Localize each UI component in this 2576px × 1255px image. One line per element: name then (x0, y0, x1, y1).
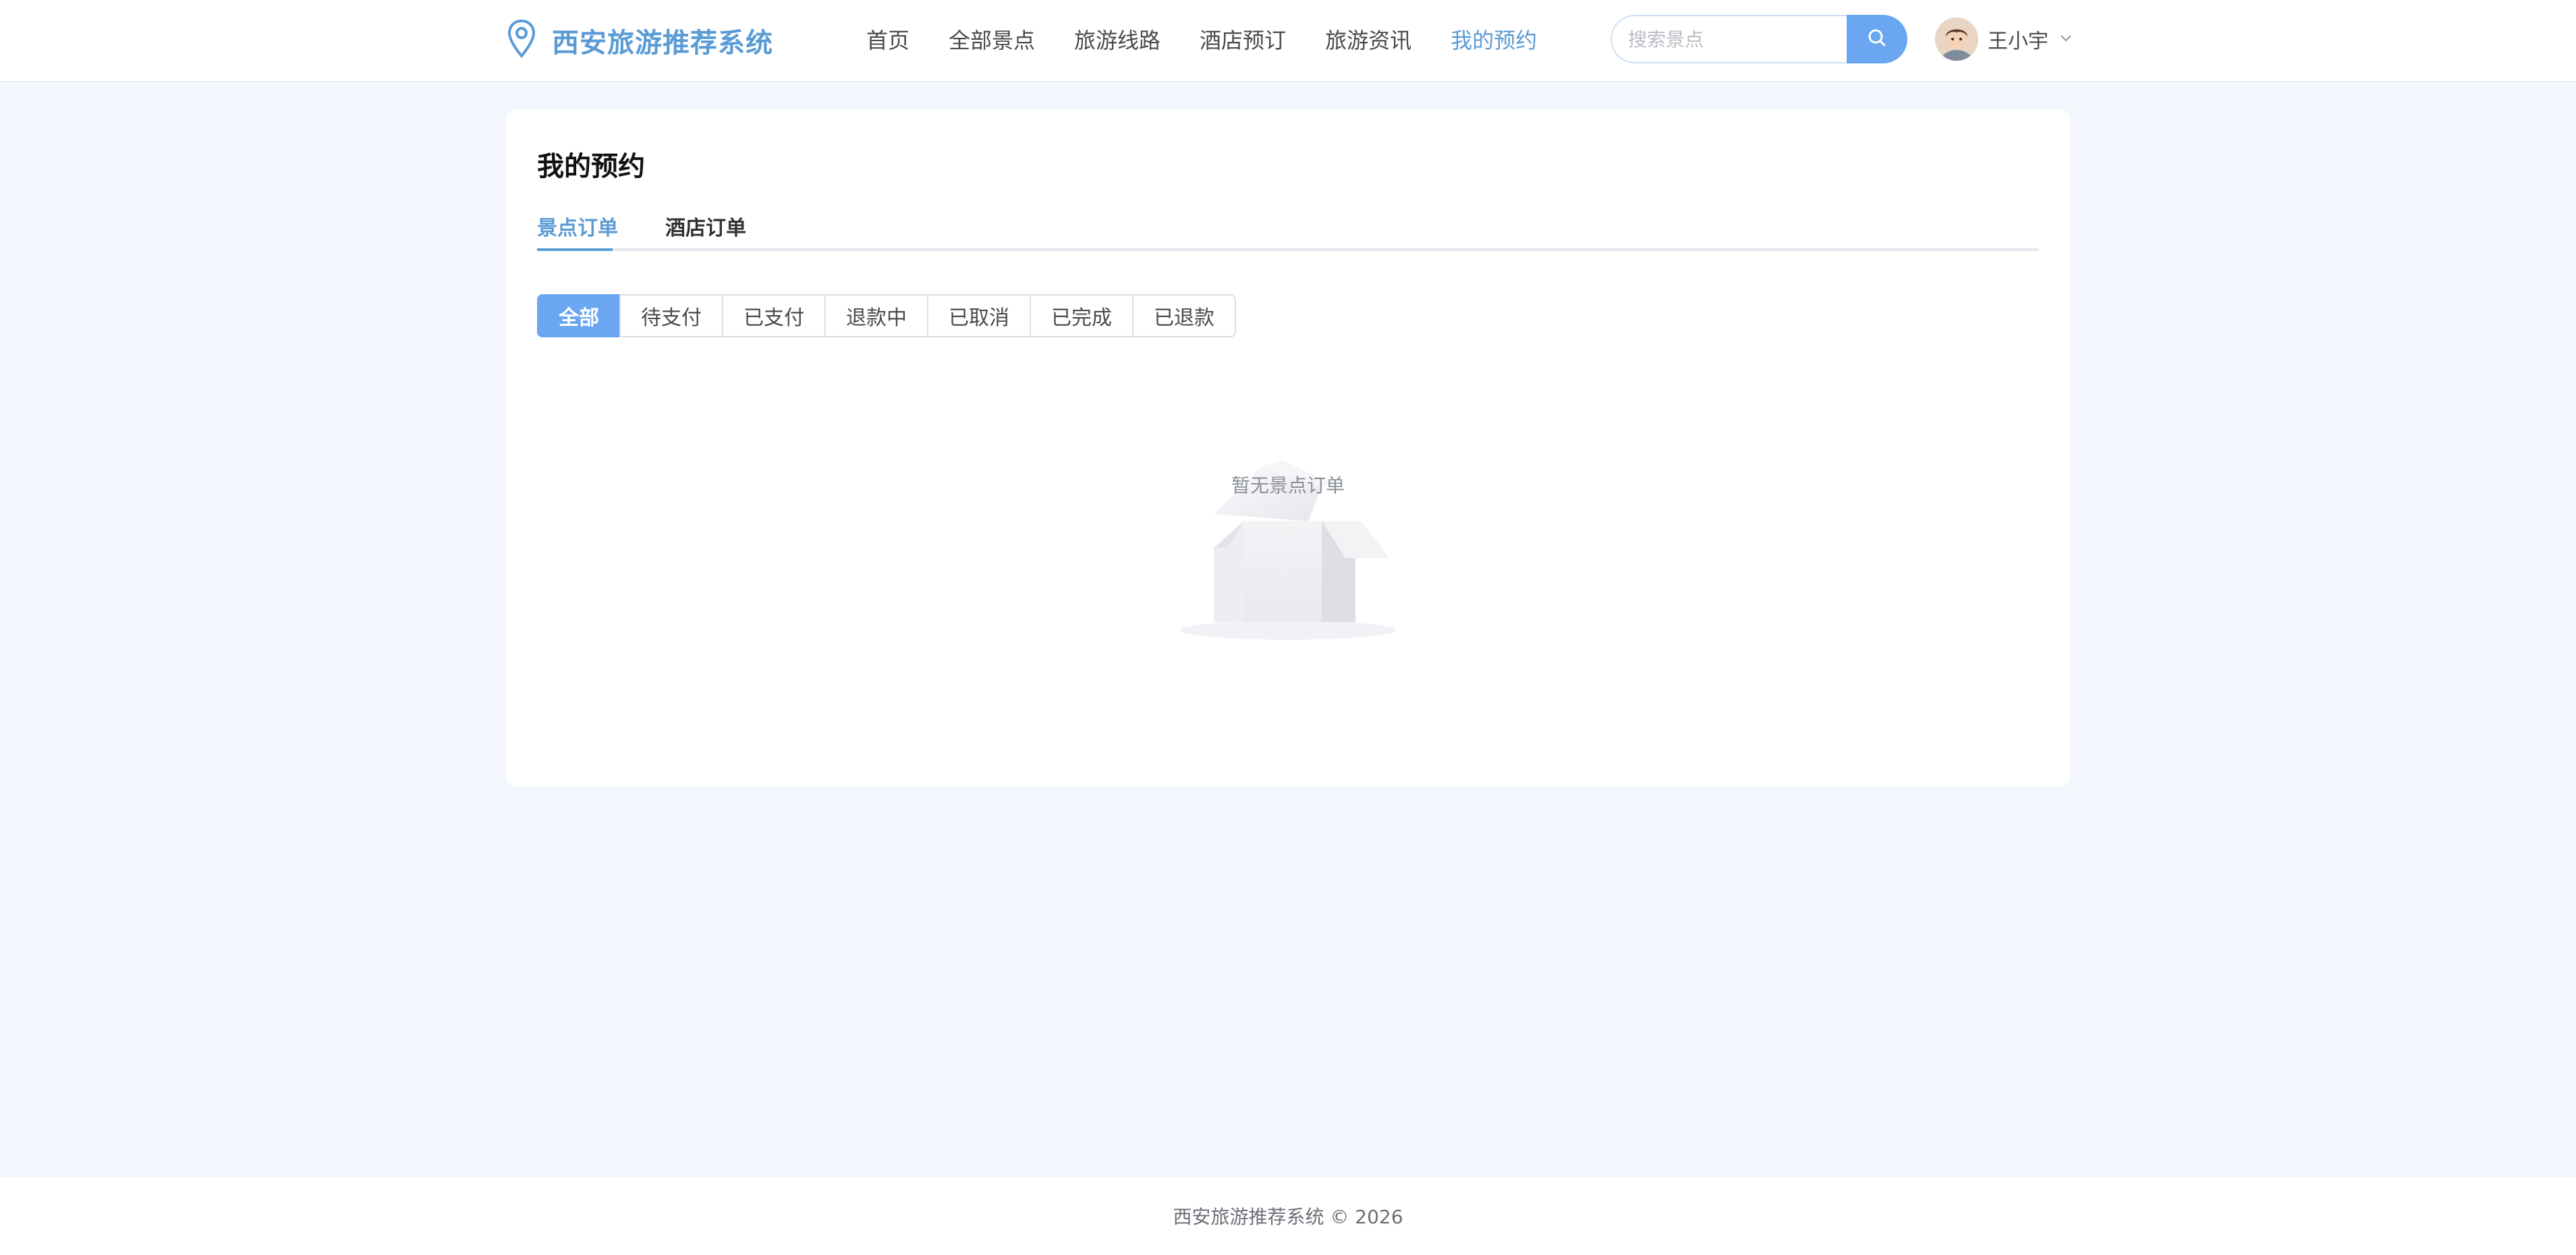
brand[interactable]: 西安旅游推荐系统 (506, 19, 773, 62)
user-menu[interactable]: 王小宇 (1935, 16, 2074, 62)
user-name: 王小宇 (1988, 30, 2048, 53)
location-pin-icon (506, 19, 552, 62)
empty-box-icon (1173, 460, 1403, 645)
tab-attraction-orders[interactable]: 景点订单 (537, 213, 618, 251)
nav-travel-routes[interactable]: 旅游线路 (1074, 24, 1160, 55)
avatar (1935, 18, 1978, 61)
filter-refunded[interactable]: 已退款 (1132, 294, 1236, 337)
order-tabs: 景点订单 酒店订单 (537, 213, 2039, 251)
filter-paid[interactable]: 已支付 (722, 294, 826, 337)
tab-hotel-orders[interactable]: 酒店订单 (665, 213, 746, 251)
main-nav: 首页 全部景点 旅游线路 酒店预订 旅游资讯 我的预约 (866, 23, 1576, 55)
chevron-down-icon (2058, 30, 2074, 49)
reservations-card: 我的预约 景点订单 酒店订单 全部 待支付 已支付 退款中 已取消 已完成 已退… (506, 109, 2070, 787)
search-input[interactable] (1611, 15, 1847, 63)
filter-pending-payment[interactable]: 待支付 (619, 294, 723, 337)
filter-refunding[interactable]: 退款中 (824, 294, 928, 337)
empty-message: 暂无景点订单 (1231, 474, 1345, 497)
search-bar (1611, 15, 1907, 63)
nav-my-reservations[interactable]: 我的预约 (1451, 24, 1537, 55)
nav-travel-news[interactable]: 旅游资讯 (1325, 24, 1411, 55)
empty-state (506, 420, 2070, 645)
nav-home[interactable]: 首页 (866, 24, 909, 55)
footer-copyright: 西安旅游推荐系统 © 2026 (1173, 1206, 1403, 1228)
search-icon (1867, 28, 1887, 51)
top-header: 西安旅游推荐系统 首页 全部景点 旅游线路 酒店预订 旅游资讯 我的预约 搜索景… (0, 0, 2576, 82)
active-tab-indicator (537, 248, 613, 251)
filter-cancelled[interactable]: 已取消 (927, 294, 1031, 337)
page-title: 我的预约 (537, 151, 645, 182)
page-footer: 西安旅游推荐系统 © 2026 (0, 1175, 2576, 1255)
search-button[interactable] (1847, 15, 1907, 63)
brand-name: 西安旅游推荐系统 (552, 28, 773, 59)
nav-hotel-booking[interactable]: 酒店预订 (1200, 24, 1286, 55)
status-filter-group: 全部 待支付 已支付 退款中 已取消 已完成 已退款 (537, 294, 1236, 337)
nav-all-attractions[interactable]: 全部景点 (949, 24, 1035, 55)
filter-all[interactable]: 全部 (537, 294, 621, 337)
filter-completed[interactable]: 已完成 (1030, 294, 1133, 337)
